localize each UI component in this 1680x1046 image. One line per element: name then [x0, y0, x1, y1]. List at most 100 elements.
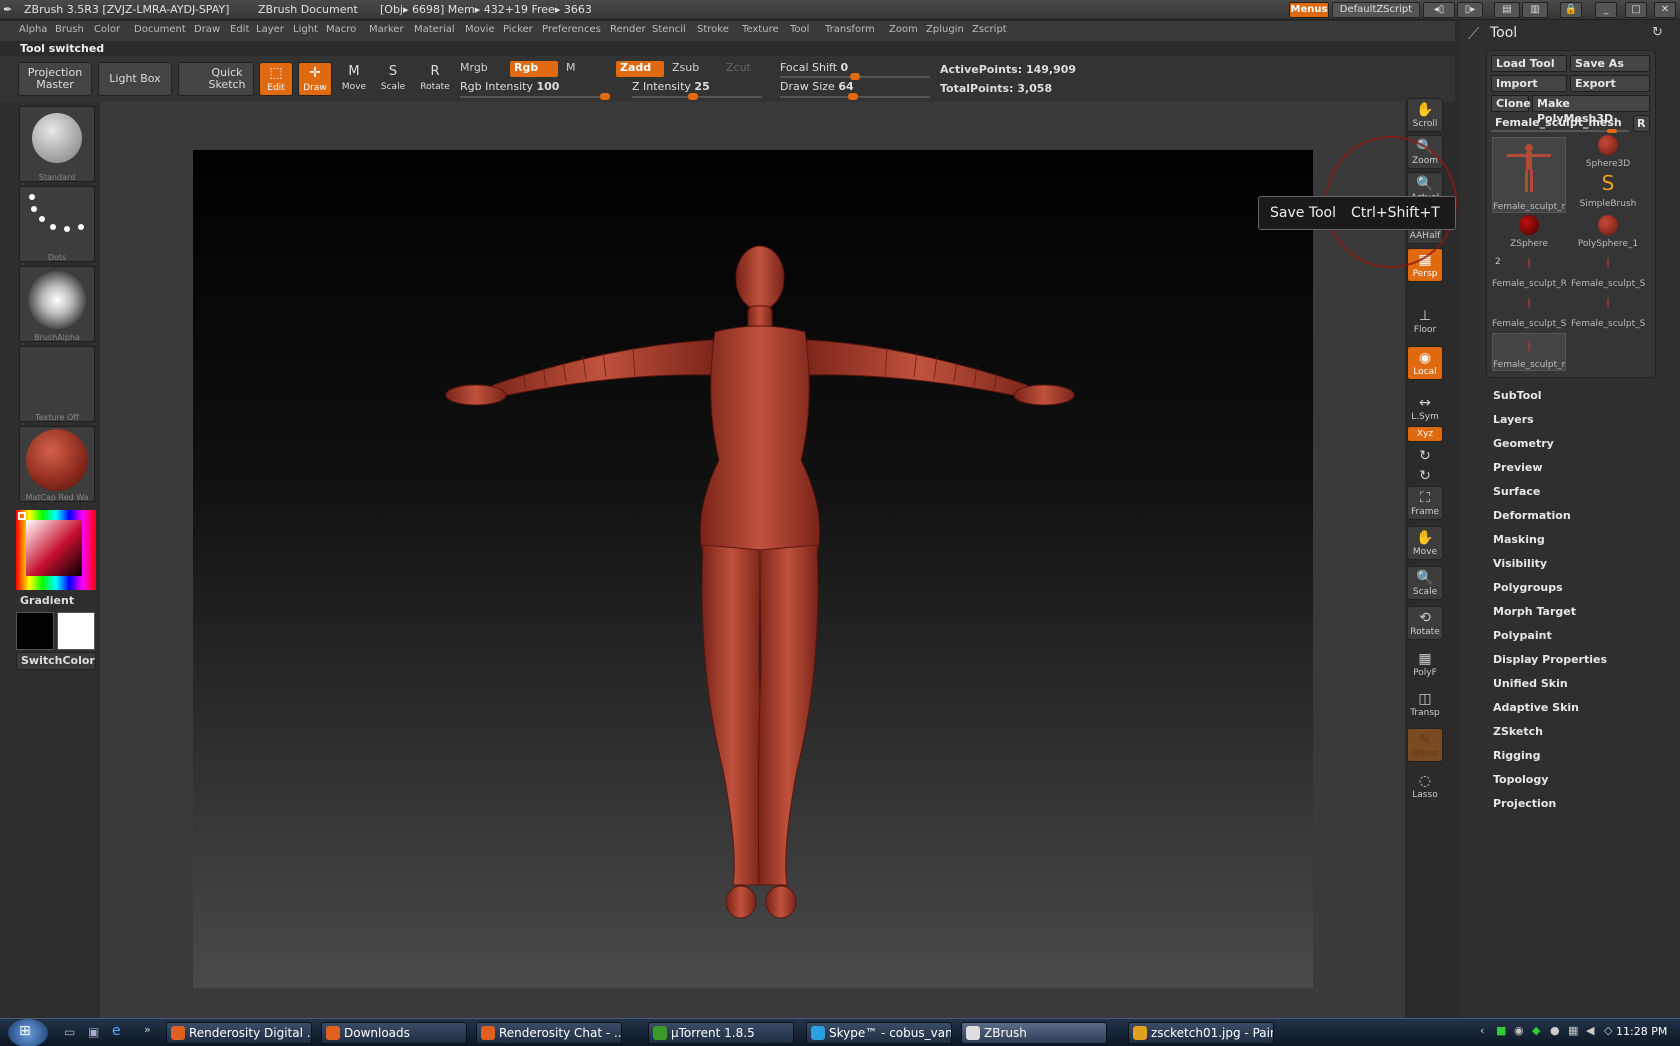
tool-item-zsphere[interactable]: ZSphere	[1492, 211, 1566, 249]
import-button[interactable]: Import	[1491, 75, 1567, 92]
section-surface[interactable]: Surface	[1493, 485, 1540, 498]
z-intensity-knob[interactable]	[688, 93, 698, 100]
draw-size-slider[interactable]: Draw Size 64	[780, 80, 854, 93]
menu-light[interactable]: Light	[293, 24, 318, 35]
layout-1-icon[interactable]: ▤	[1494, 2, 1520, 18]
task-renderosity-chat[interactable]: Renderosity Chat - ...	[476, 1022, 622, 1044]
tool-item-female-main[interactable]: Female_sculpt_m	[1492, 137, 1566, 213]
section-projection[interactable]: Projection	[1493, 797, 1556, 810]
task-renderosity-digital[interactable]: Renderosity Digital ...	[166, 1022, 312, 1044]
palette-pin-icon[interactable]: ⟋	[1468, 24, 1479, 44]
default-zscript-button[interactable]: DefaultZScript	[1332, 2, 1420, 18]
rgb-intensity-knob[interactable]	[600, 93, 610, 100]
rgb-intensity-track[interactable]	[460, 93, 610, 100]
tray-icon-1[interactable]: ■	[1496, 1024, 1506, 1037]
scale-mode-button[interactable]: S Scale	[376, 62, 410, 96]
task-utorrent[interactable]: µTorrent 1.8.5	[648, 1022, 794, 1044]
frame-button[interactable]: ⛶ Frame	[1407, 486, 1443, 520]
task-paint[interactable]: zscketch01.jpg - Paint	[1128, 1022, 1274, 1044]
clock[interactable]: 11:28 PM	[1616, 1025, 1667, 1038]
focal-shift-slider[interactable]: Focal Shift 0	[780, 61, 848, 74]
move-view-button[interactable]: ✋ Move	[1407, 526, 1443, 560]
export-button[interactable]: Export	[1570, 75, 1650, 92]
light-box-button[interactable]: Light Box	[98, 62, 172, 96]
clone-button[interactable]: Clone	[1491, 95, 1531, 112]
document-canvas[interactable]	[193, 150, 1313, 988]
lock-icon[interactable]: 🔒	[1560, 2, 1582, 18]
menu-marker[interactable]: Marker	[369, 24, 404, 35]
tool-item-female-sk-1[interactable]: ⟊ Female_sculpt_Sk	[1571, 251, 1645, 289]
zadd-toggle[interactable]: Zadd	[616, 61, 664, 77]
female-sculpt-model[interactable]	[193, 150, 1313, 988]
menu-material[interactable]: Material	[414, 24, 455, 35]
menu-preferences[interactable]: Preferences	[542, 24, 601, 35]
save-as-button[interactable]: Save As	[1570, 55, 1650, 72]
tray-icon-2[interactable]: ◉	[1514, 1024, 1524, 1037]
menu-layer[interactable]: Layer	[256, 24, 284, 35]
menu-document[interactable]: Document	[134, 24, 186, 35]
texture-selector[interactable]: Texture Off	[19, 346, 95, 422]
draw-mode-button[interactable]: ✛ Draw	[298, 62, 332, 96]
section-polypaint[interactable]: Polypaint	[1493, 629, 1552, 642]
edit-mode-button[interactable]: ⬚ Edit	[259, 62, 293, 96]
layout-2-icon[interactable]: ▥	[1522, 2, 1548, 18]
local-button[interactable]: ◉ Local	[1407, 346, 1443, 380]
menu-tool[interactable]: Tool	[790, 24, 809, 35]
scroll-left-icon[interactable]: ◂▯	[1423, 2, 1455, 18]
color-picker[interactable]	[16, 510, 96, 590]
menu-stencil[interactable]: Stencil	[652, 24, 686, 35]
zcut-toggle[interactable]: Zcut	[722, 61, 762, 77]
section-rigging[interactable]: Rigging	[1493, 749, 1540, 762]
draw-size-track[interactable]	[780, 93, 930, 100]
r-button[interactable]: R	[1633, 115, 1650, 132]
switch-windows-icon[interactable]: ▣	[88, 1025, 99, 1039]
menu-render[interactable]: Render	[610, 24, 646, 35]
stroke-selector[interactable]: Dots	[19, 186, 95, 262]
start-button[interactable]: ⊞	[8, 1019, 48, 1046]
menu-brush[interactable]: Brush	[55, 24, 84, 35]
section-topology[interactable]: Topology	[1493, 773, 1548, 786]
section-unified-skin[interactable]: Unified Skin	[1493, 677, 1568, 690]
gradient-toggle[interactable]: Gradient	[20, 594, 74, 607]
color-marker[interactable]	[18, 512, 26, 520]
menu-edit[interactable]: Edit	[230, 24, 249, 35]
ghost-button[interactable]: ✎ Ghost	[1407, 728, 1443, 762]
section-deformation[interactable]: Deformation	[1493, 509, 1571, 522]
tool-item-polysphere[interactable]: PolySphere_1	[1571, 211, 1645, 249]
section-morph-target[interactable]: Morph Target	[1493, 605, 1576, 618]
network-icon[interactable]: ▦	[1568, 1024, 1578, 1037]
lasso-button[interactable]: ◌ Lasso	[1407, 770, 1443, 804]
focal-shift-knob[interactable]	[850, 73, 860, 80]
section-layers[interactable]: Layers	[1493, 413, 1534, 426]
rotate-view-button[interactable]: ⟲ Rotate	[1407, 606, 1443, 640]
tool-item-simplebrush[interactable]: S SimpleBrush	[1571, 171, 1645, 209]
ie-icon[interactable]: e	[112, 1023, 121, 1039]
menu-draw[interactable]: Draw	[194, 24, 220, 35]
minimize-icon[interactable]: _	[1595, 2, 1617, 18]
rgb-toggle[interactable]: Rgb	[510, 61, 558, 77]
section-display-properties[interactable]: Display Properties	[1493, 653, 1607, 666]
rgb-intensity-slider[interactable]: Rgb Intensity 100	[460, 80, 559, 93]
section-geometry[interactable]: Geometry	[1493, 437, 1554, 450]
menu-macro[interactable]: Macro	[326, 24, 356, 35]
secondary-color-swatch[interactable]	[57, 612, 95, 650]
quick-sketch-button[interactable]: Quick Sketch	[178, 62, 254, 96]
tool-item-sphere3d[interactable]: Sphere3D	[1571, 131, 1645, 169]
volume-icon[interactable]: ◀	[1586, 1024, 1594, 1037]
menu-alpha[interactable]: Alpha	[19, 24, 47, 35]
rotate-z-button[interactable]: ↻	[1407, 465, 1443, 484]
section-masking[interactable]: Masking	[1493, 533, 1545, 546]
z-intensity-track[interactable]	[632, 93, 762, 100]
menu-picker[interactable]: Picker	[503, 24, 533, 35]
mrgb-toggle[interactable]: Mrgb	[456, 61, 506, 77]
z-intensity-slider[interactable]: Z Intensity 25	[632, 80, 710, 93]
brush-selector[interactable]: Standard	[19, 106, 95, 182]
alpha-selector[interactable]: BrushAlpha	[19, 266, 95, 342]
draw-size-knob[interactable]	[848, 93, 858, 100]
maximize-icon[interactable]: □	[1625, 2, 1647, 18]
tool-item-female-sk-2[interactable]: ⟊ Female_sculpt_Sk	[1492, 291, 1566, 329]
quicklaunch-more-icon[interactable]: »	[144, 1023, 151, 1036]
task-downloads[interactable]: Downloads	[321, 1022, 467, 1044]
polyf-button[interactable]: ▦ PolyF	[1407, 648, 1443, 682]
tool-item-female-sk-3[interactable]: ⟊ Female_sculpt_Sk	[1571, 291, 1645, 329]
